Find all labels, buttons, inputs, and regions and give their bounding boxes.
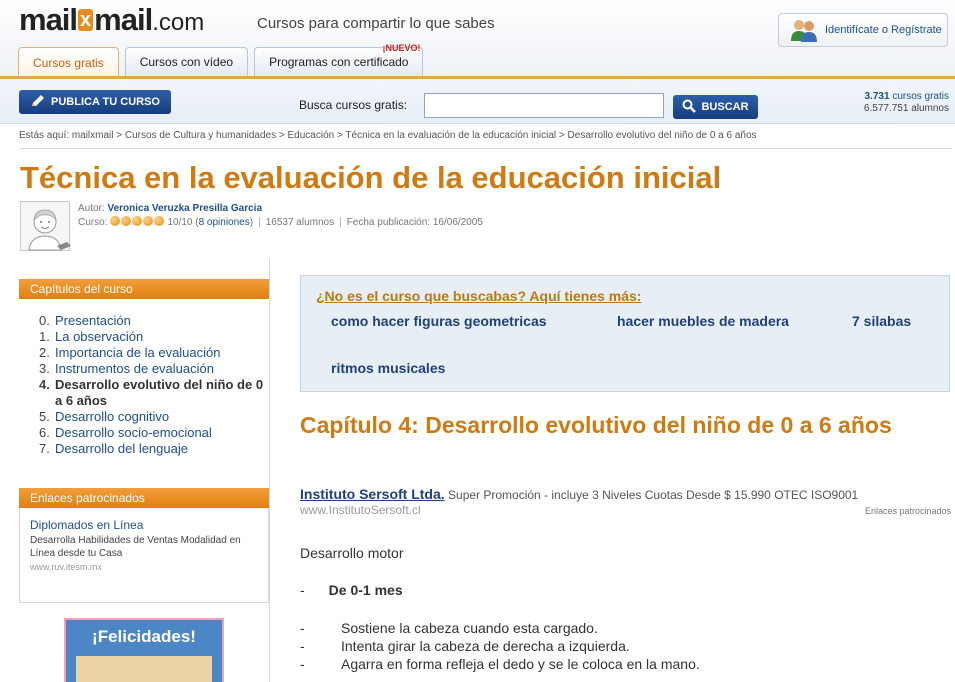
chapter-item-5[interactable]: 5. Desarrollo cognitivo <box>39 409 269 425</box>
new-badge: ¡NUEVO! <box>382 43 421 53</box>
sponsored-link-desc: Desarrolla Habilidades de Ventas Modalid… <box>30 535 241 559</box>
breadcrumb-link-subcategory[interactable]: Educación <box>288 130 335 141</box>
rating-dot-icon <box>110 216 121 226</box>
suggested-link[interactable]: como hacer figuras geometricas <box>331 312 547 330</box>
suggested-heading[interactable]: ¿No es el curso que buscabas? Aquí tiene… <box>316 288 641 304</box>
chapter-item-3[interactable]: 3. Instrumentos de evaluación <box>39 361 269 377</box>
list-item: - Sostiene la cabeza cuando esta cargado. <box>300 620 598 636</box>
tab-cursos-con-video[interactable]: Cursos con vídeo <box>124 47 249 76</box>
sponsored-link-box[interactable]: Diplomados en Línea Desarrolla Habilidad… <box>19 508 269 603</box>
rating-dot-icon <box>143 216 154 226</box>
search-input[interactable] <box>424 93 664 118</box>
chapter-title: Capítulo 4: Desarrollo evolutivo del niñ… <box>300 412 892 438</box>
course-meta: Autor: Veronica Veruzka Presilla Garcia … <box>78 203 483 228</box>
list-item: - Agarra en forma refleja el dedo y se le… <box>300 656 700 672</box>
main-tabs: Cursos gratis Cursos con vídeo Programas… <box>18 43 424 77</box>
publish-course-button[interactable]: PUBLICA TU CURSO <box>19 90 171 114</box>
site-logo[interactable]: mail xmail.com <box>19 2 204 38</box>
suggested-courses-box: ¿No es el curso que buscabas? Aquí tiene… <box>300 275 950 392</box>
suggested-link[interactable]: hacer muebles de madera <box>617 312 789 330</box>
chapter-item-6[interactable]: 6. Desarrollo socio-emocional <box>39 425 269 441</box>
magnifier-icon <box>682 99 697 116</box>
students-count: 16537 alumnos <box>265 217 335 228</box>
sidebar: Capítulos del curso 0. Presentación 1. La … <box>19 258 270 682</box>
breadcrumb-current: Desarrollo evolutivo del niño de 0 a 6 a… <box>567 130 757 141</box>
login-register-button[interactable]: Identifícate o Regístrate <box>778 13 948 47</box>
ad-url: www.InstitutoSersoft.cl <box>300 503 421 517</box>
toolbar: PUBLICA TU CURSO Busca cursos gratis: BU… <box>0 76 955 124</box>
opinions-link[interactable]: 8 opiniones <box>199 217 250 228</box>
suggested-link[interactable]: ritmos musicales <box>331 359 445 377</box>
subsection-heading: - De 0-1 mes <box>300 582 403 598</box>
site-header: mail xmail.com Cursos para compartir lo q… <box>0 0 955 77</box>
users-icon <box>789 17 819 43</box>
breadcrumb: Estás aquí: mailxmail > Cursos de Cultur… <box>19 130 757 141</box>
author-link[interactable]: Veronica Veruzka Presilla Garcia <box>107 203 262 214</box>
ad-label: Enlaces patrocinados <box>864 506 951 516</box>
section-heading: Desarrollo motor <box>300 545 404 561</box>
site-tagline: Cursos para compartir lo que sabes <box>257 15 495 32</box>
rating-dot-icon <box>121 216 132 226</box>
pencil-icon <box>30 94 46 111</box>
list-item: - Intenta girar la cabeza de derecha a iz… <box>300 638 630 654</box>
site-stats: 3.731 cursos gratis 6.577.751 alumnos <box>863 91 949 114</box>
chapter-item-4-current: 4. Desarrollo evolutivo del niño de 0 a 6… <box>39 377 264 408</box>
search-label: Busca cursos gratis: <box>299 98 408 112</box>
tab-cursos-gratis[interactable]: Cursos gratis <box>18 47 119 77</box>
ad-title-link[interactable]: Instituto Sersoft Ltda. <box>300 486 445 502</box>
sponsored-ad: Instituto Sersoft Ltda. Super Promoción … <box>300 486 951 517</box>
course-title: Técnica en la evaluación de la educación… <box>20 160 722 195</box>
rating-dot-icon <box>154 216 165 226</box>
promo-banner[interactable]: ¡Felicidades! <box>64 618 224 682</box>
sponsored-link-title[interactable]: Diplomados en Línea <box>30 518 258 532</box>
banner-image <box>76 656 212 682</box>
chapter-item-0[interactable]: 0. Presentación <box>39 313 269 329</box>
ad-text: Super Promoción - incluye 3 Niveles Cuot… <box>448 488 859 502</box>
rating-dots <box>110 216 165 226</box>
author-avatar <box>20 201 71 251</box>
chapter-item-2[interactable]: 2. Importancia de la evaluación <box>39 345 269 361</box>
suggested-link[interactable]: 7 silabas <box>852 312 912 330</box>
breadcrumb-link-course[interactable]: Técnica en la evaluación de la educación… <box>345 130 556 141</box>
divider <box>19 148 951 149</box>
breadcrumb-link-category[interactable]: Cursos de Cultura y humanidades <box>125 130 276 141</box>
chapter-item-1[interactable]: 1. La observación <box>39 329 269 345</box>
publish-date: Fecha publicación: 16/06/2005 <box>346 217 483 228</box>
search-button[interactable]: BUSCAR <box>673 95 758 119</box>
chapter-item-7[interactable]: 7. Desarrollo del lenguaje <box>39 441 269 457</box>
sponsored-link-url: www.ruv.itesm.mx <box>30 562 102 572</box>
tab-programas-con-certificado[interactable]: Programas con certificado ¡NUEVO! <box>254 43 424 76</box>
breadcrumb-link-home[interactable]: mailxmail <box>72 130 114 141</box>
sponsored-links-header: Enlaces patrocinados <box>19 488 269 508</box>
login-register-label: Identifícate o Regístrate <box>825 24 942 36</box>
banner-text: ¡Felicidades! <box>92 627 196 646</box>
rating-dot-icon <box>132 216 143 226</box>
chapters-list: 0. Presentación 1. La observación 2. Import… <box>19 279 269 457</box>
